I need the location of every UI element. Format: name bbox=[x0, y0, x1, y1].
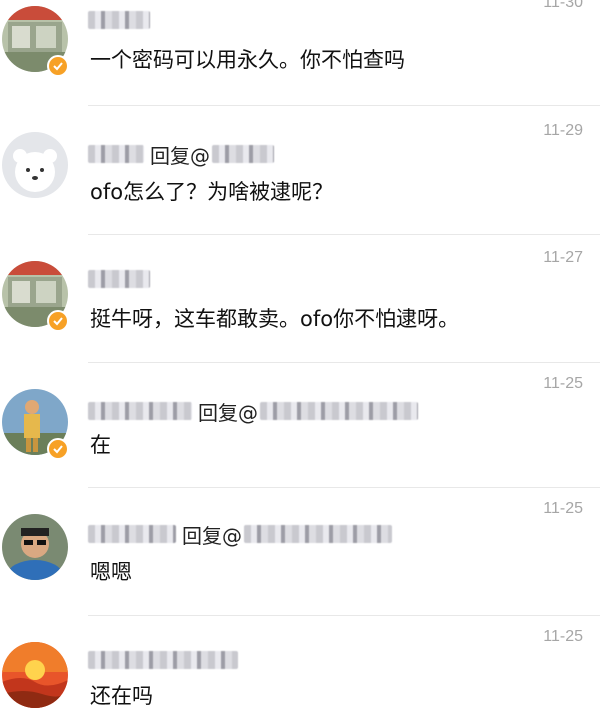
username-redacted[interactable] bbox=[88, 525, 176, 543]
username-row[interactable]: 回复@ bbox=[88, 140, 274, 168]
reply-label: 回复@ bbox=[182, 523, 242, 548]
username-row[interactable] bbox=[88, 265, 150, 293]
avatar[interactable] bbox=[2, 132, 68, 198]
comment-text: 还在吗 bbox=[90, 684, 153, 708]
comment-item[interactable]: 11-27 挺牛呀，这车都敢卖。ofo你不怕逮呀。 bbox=[0, 235, 600, 363]
username-redacted[interactable] bbox=[88, 270, 150, 288]
username-redacted[interactable] bbox=[88, 402, 192, 420]
reply-target-redacted[interactable] bbox=[244, 525, 392, 543]
comment-item[interactable]: 11-25 还在吗 bbox=[0, 616, 600, 714]
comment-item[interactable]: 11-30 一个密码可以用永久。你不怕查吗 bbox=[0, 0, 600, 106]
username-redacted[interactable] bbox=[88, 145, 144, 163]
comment-date: 11-27 bbox=[543, 249, 583, 266]
avatar-photo-sunset bbox=[2, 642, 68, 708]
comment-text: 嗯嗯 bbox=[90, 560, 132, 584]
username-row[interactable] bbox=[88, 6, 150, 34]
username-row[interactable] bbox=[88, 646, 238, 674]
comment-text: 在 bbox=[90, 433, 111, 457]
username-row[interactable]: 回复@ bbox=[88, 397, 418, 425]
verified-badge-icon bbox=[47, 438, 69, 460]
comment-date: 11-25 bbox=[543, 500, 583, 517]
username-redacted[interactable] bbox=[88, 11, 150, 29]
comment-text: 挺牛呀，这车都敢卖。ofo你不怕逮呀。 bbox=[90, 307, 460, 331]
reply-target-redacted[interactable] bbox=[260, 402, 418, 420]
comment-text: 一个密码可以用永久。你不怕查吗 bbox=[90, 48, 405, 72]
comment-item[interactable]: 回复@ 11-25 嗯嗯 bbox=[0, 488, 600, 616]
avatar[interactable] bbox=[2, 642, 68, 708]
avatar-photo-person bbox=[2, 514, 68, 580]
verified-badge-icon bbox=[47, 55, 69, 77]
comment-date: 11-29 bbox=[543, 122, 583, 139]
comment-date: 11-25 bbox=[543, 375, 583, 392]
reply-label: 回复@ bbox=[150, 143, 210, 168]
comment-date: 11-25 bbox=[543, 628, 583, 645]
username-row[interactable]: 回复@ bbox=[88, 520, 392, 548]
verified-badge-icon bbox=[47, 310, 69, 332]
reply-target-redacted[interactable] bbox=[212, 145, 274, 163]
username-redacted[interactable] bbox=[88, 651, 238, 669]
comment-date: 11-30 bbox=[543, 0, 583, 11]
comment-text: ofo怎么了？为啥被逮呢？ bbox=[90, 180, 334, 204]
avatar-default-bear bbox=[2, 132, 68, 198]
avatar[interactable] bbox=[2, 514, 68, 580]
comment-item[interactable]: 回复@ 11-25 在 bbox=[0, 363, 600, 488]
comment-item[interactable]: 回复@ 11-29 ofo怎么了？为啥被逮呢？ bbox=[0, 106, 600, 235]
reply-label: 回复@ bbox=[198, 400, 258, 425]
